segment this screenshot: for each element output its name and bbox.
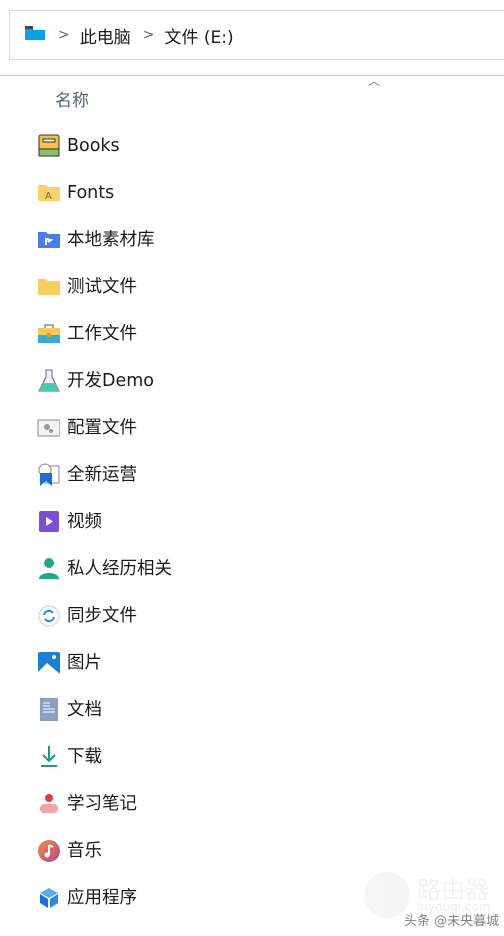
divider <box>0 75 504 76</box>
sync-icon <box>37 604 60 627</box>
list-item[interactable]: 开发Demo <box>37 369 172 416</box>
fonts-folder-icon: A <box>37 181 60 204</box>
chevron-right-icon[interactable]: > <box>58 27 70 43</box>
folder-icon <box>24 25 46 46</box>
briefcase-icon <box>37 322 60 345</box>
bookmark-doc-icon <box>37 463 60 486</box>
sort-ascending-icon: ︿ <box>368 74 381 88</box>
list-item[interactable]: 本地素材库 <box>37 228 172 275</box>
list-item[interactable]: 图片 <box>37 651 172 698</box>
list-item[interactable]: 测试文件 <box>37 275 172 322</box>
list-item[interactable]: 文档 <box>37 698 172 745</box>
list-item[interactable]: 工作文件 <box>37 322 172 369</box>
book-icon <box>37 134 60 157</box>
svg-text:A: A <box>45 191 52 202</box>
address-bar[interactable]: > 此电脑 > 文件 (E:) <box>9 10 504 60</box>
blue-folder-icon <box>37 228 60 251</box>
picture-icon <box>37 651 60 674</box>
list-item[interactable]: 私人经历相关 <box>37 557 172 604</box>
list-item[interactable]: 下载 <box>37 745 172 792</box>
list-item[interactable]: 全新运营 <box>37 463 172 510</box>
list-item[interactable]: 学习笔记 <box>37 792 172 839</box>
apps-icon <box>37 886 60 909</box>
music-icon <box>37 839 60 862</box>
chevron-right-icon[interactable]: > <box>143 27 155 43</box>
list-item[interactable]: 同步文件 <box>37 604 172 651</box>
video-icon <box>37 510 60 533</box>
list-item[interactable]: A Fonts <box>37 181 172 228</box>
settings-file-icon <box>37 416 60 439</box>
person-icon <box>37 557 60 580</box>
notes-icon <box>37 792 60 815</box>
list-item[interactable]: 应用程序 <box>37 886 172 933</box>
folder-icon <box>37 275 60 298</box>
list-item[interactable]: 配置文件 <box>37 416 172 463</box>
breadcrumb-drive-e[interactable]: 文件 (E:) <box>164 23 233 48</box>
breadcrumb-this-pc[interactable]: 此电脑 <box>80 23 131 48</box>
document-icon <box>37 698 60 721</box>
list-item[interactable]: 音乐 <box>37 839 172 886</box>
flask-icon <box>37 369 60 392</box>
column-header-name[interactable]: 名称 <box>55 86 89 111</box>
list-item[interactable]: Books <box>37 134 172 181</box>
file-list: Books A Fonts 本地素材库 测试文件 工作文件 开发Demo 配置文件… <box>37 134 172 933</box>
list-item[interactable]: 视频 <box>37 510 172 557</box>
download-icon <box>37 745 60 768</box>
